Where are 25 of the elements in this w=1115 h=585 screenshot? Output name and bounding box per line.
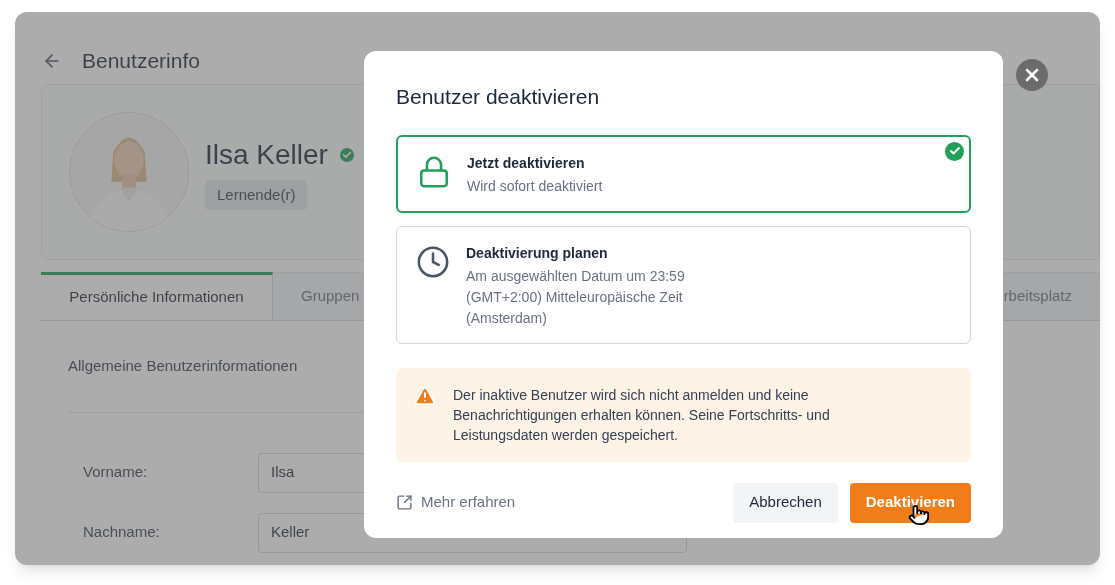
clock-icon (416, 244, 450, 279)
field-label: Nachname: (83, 522, 161, 543)
option-description: Wird sofort deaktiviert (467, 177, 603, 195)
option-description: Am ausgewählten Datum um 23:59 (466, 267, 685, 285)
role-tag: Lernende(r) (205, 179, 308, 211)
option-title: Deaktivierung planen (466, 243, 609, 263)
learn-more-link[interactable]: Mehr erfahren (396, 491, 516, 514)
cancel-button[interactable]: Abbrechen (733, 482, 838, 523)
warning-icon (414, 384, 436, 407)
option-card[interactable]: Deaktivierung planen Am ausgewählten Datum um 23:59 (GMT+2:00) Mitteleuropäische Zeit (Amsterdam) (396, 225, 971, 344)
option-card[interactable]: Jetzt deaktivieren Wird sofort deaktiviert (396, 134, 971, 213)
option-description: (Amsterdam) (466, 309, 548, 327)
option-title: Jetzt deaktivieren (467, 153, 586, 173)
external-link-icon (396, 494, 413, 511)
dialog-title: Benutzer deaktivieren (396, 84, 601, 110)
field-label: Vorname: (83, 462, 149, 483)
option-description: (GMT+2:00) Mitteleuropäische Zeit (466, 288, 684, 306)
section-title: Allgemeine Benutzerinformationen (68, 356, 298, 376)
deactivate-button[interactable]: Deaktivieren (849, 482, 971, 523)
check-icon (945, 141, 964, 161)
warning-text: Der inaktive Benutzer wird sich nicht anmelden und keine Benachrichtigungen erhalten können. Seine Fortschritts- und Leistungsdaten werden gespeichert. (453, 385, 831, 445)
user-name: Ilsa Keller (205, 137, 328, 172)
tab[interactable]: Persönliche Informationen (41, 272, 273, 320)
page-title: Benutzerinfo (82, 48, 200, 75)
padlock-icon (417, 154, 451, 189)
